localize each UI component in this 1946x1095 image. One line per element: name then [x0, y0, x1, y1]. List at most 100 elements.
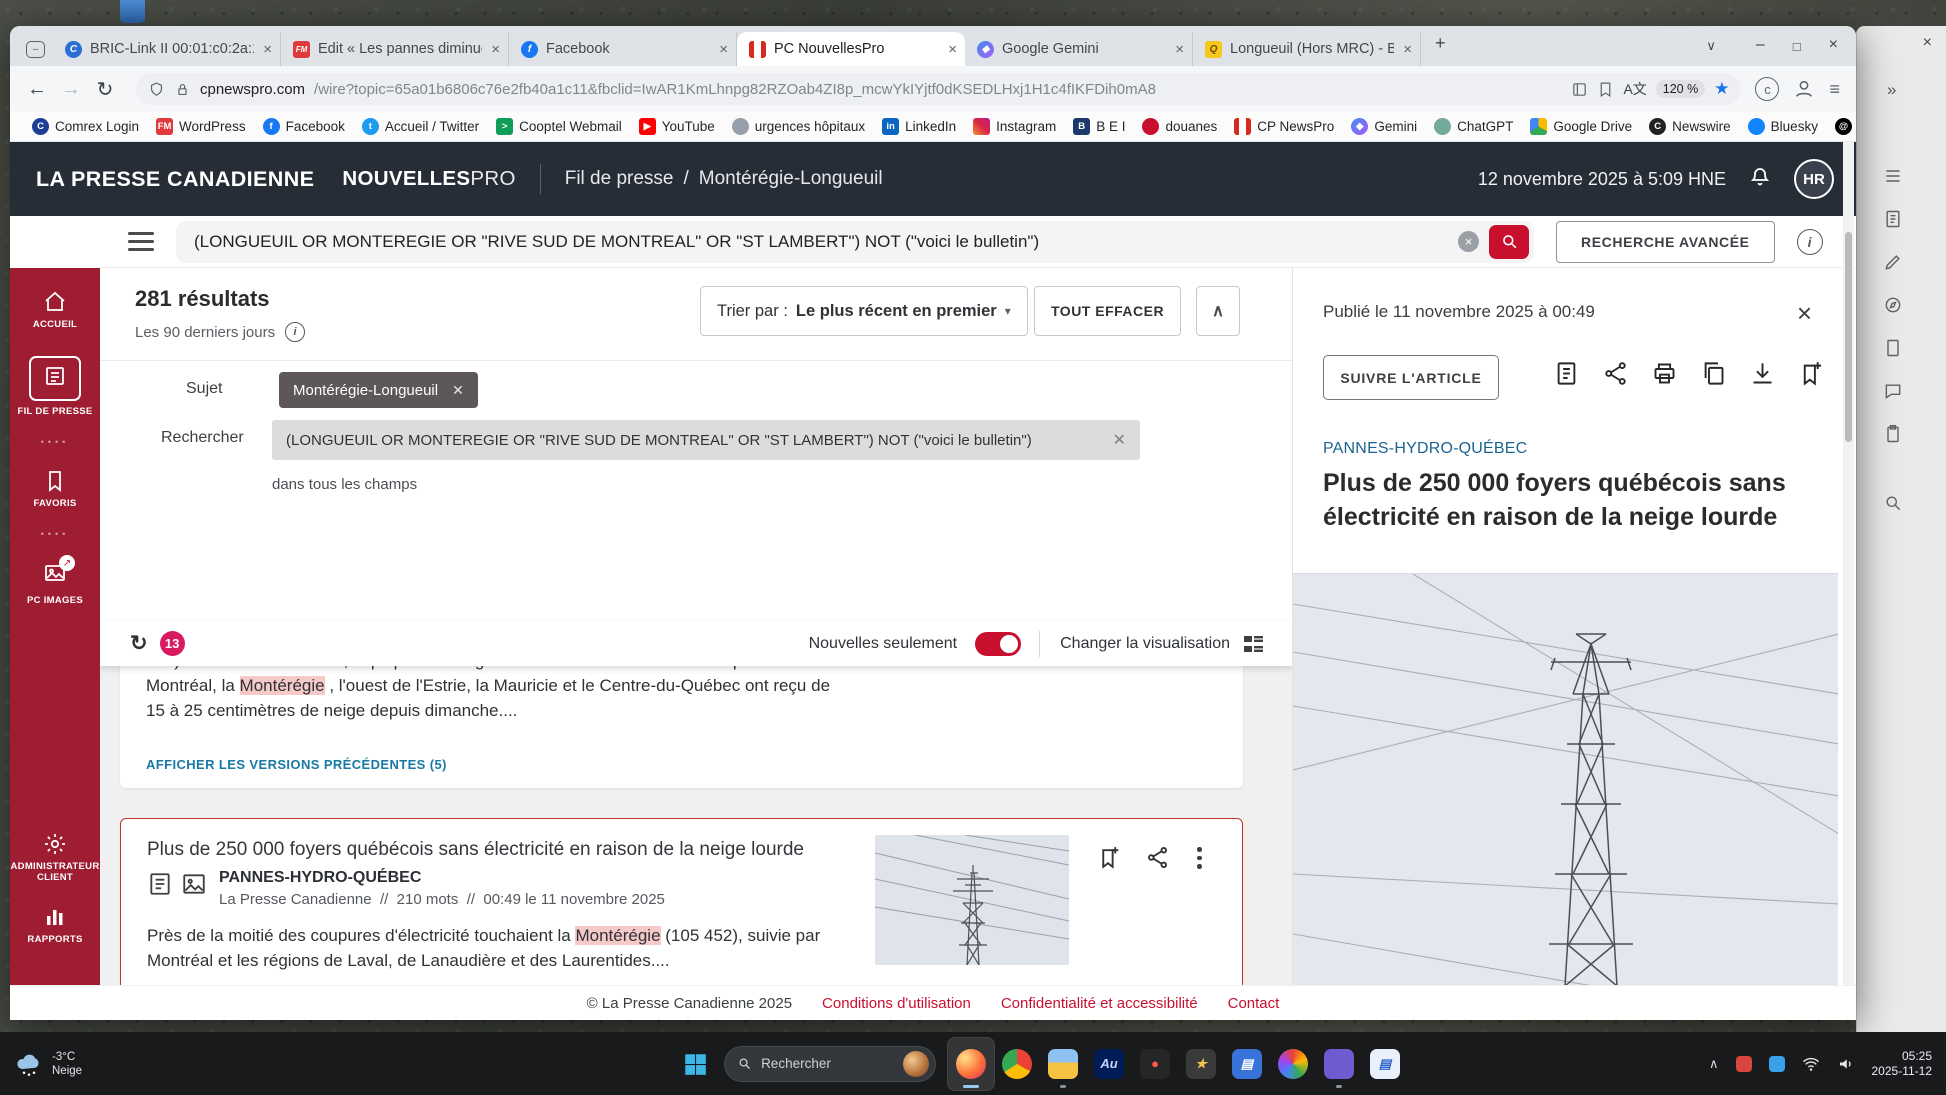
share-icon[interactable]: [1145, 845, 1170, 875]
bookmark-item[interactable]: C Comrex Login: [32, 118, 139, 135]
forward-icon[interactable]: →: [54, 78, 88, 101]
bookmarks-panel-icon[interactable]: [1597, 81, 1614, 98]
bookmark-item[interactable]: CP NewsPro: [1234, 118, 1334, 135]
sidebar-item-favoris[interactable]: FAVORIS: [10, 469, 100, 509]
tab-close-icon[interactable]: ×: [719, 41, 728, 58]
notifications-bell-icon[interactable]: [1748, 165, 1772, 194]
hamburger-icon[interactable]: [1883, 166, 1903, 191]
article-card-selected[interactable]: Plus de 250 000 foyers québécois sans él…: [120, 818, 1243, 985]
reading-list-icon[interactable]: [1571, 81, 1588, 98]
comment-icon[interactable]: [1883, 381, 1903, 406]
sidebar-item-fil-de-presse[interactable]: FIL DE PRESSE: [10, 356, 100, 417]
print-icon[interactable]: [1651, 360, 1678, 392]
bookmark-item[interactable]: Bluesky: [1748, 118, 1818, 135]
product-logo[interactable]: NOUVELLESPRO: [342, 167, 515, 191]
collapse-filters-button[interactable]: ∧: [1196, 286, 1240, 336]
chevron-double-icon[interactable]: »: [1887, 80, 1896, 100]
compass-icon[interactable]: [1883, 295, 1903, 320]
tab-bric-link[interactable]: C BRIC-Link II 00:01:c0:2a:13:f5 (B ×: [53, 32, 281, 66]
breadcrumb-root[interactable]: Fil de presse: [565, 168, 674, 190]
scrollbar[interactable]: [1843, 142, 1854, 1020]
taskbar-app-icon[interactable]: Au: [1086, 1038, 1132, 1090]
footer-link[interactable]: Conditions d'utilisation: [822, 995, 971, 1012]
tray-sync-icon[interactable]: [1769, 1056, 1785, 1072]
tab-close-icon[interactable]: ×: [948, 41, 957, 58]
advanced-search-button[interactable]: RECHERCHE AVANCÉE: [1556, 221, 1775, 263]
back-icon[interactable]: ←: [20, 78, 54, 101]
auto-refresh-icon[interactable]: ↻: [130, 631, 148, 656]
more-options-icon[interactable]: [1197, 847, 1202, 869]
article-card[interactable]: 000). Selon Julien Pellerin, la plupart …: [120, 666, 1243, 788]
reload-icon[interactable]: ↻: [88, 77, 122, 102]
remove-chip-icon[interactable]: ✕: [452, 382, 464, 399]
taskbar-app-icon[interactable]: ▤: [1362, 1038, 1408, 1090]
article-thumbnail[interactable]: [875, 835, 1069, 965]
article-slug-link[interactable]: PANNES-HYDRO-QUÉBEC: [1323, 440, 1527, 458]
close-button[interactable]: ×: [1829, 36, 1838, 54]
info-icon[interactable]: i: [1797, 229, 1823, 255]
taskbar-app-icon[interactable]: [948, 1038, 994, 1090]
footer-link[interactable]: Confidentialité et accessibilité: [1001, 995, 1198, 1012]
bookmark-item[interactable]: in LinkedIn: [882, 118, 956, 135]
bookmark-item[interactable]: douanes: [1142, 118, 1217, 135]
zoom-level-badge[interactable]: 120 %: [1656, 80, 1705, 98]
bookmark-item[interactable]: ▶ YouTube: [639, 118, 715, 135]
search-input[interactable]: [194, 232, 1448, 252]
tab-list-icon[interactable]: –: [26, 41, 45, 58]
bookmark-item[interactable]: > Cooptel Webmail: [496, 118, 622, 135]
subject-chip[interactable]: Montérégie-Longueuil ✕: [279, 372, 478, 408]
sort-dropdown[interactable]: Trier par :Le plus récent en premier ▾: [700, 286, 1028, 336]
article-title[interactable]: Plus de 250 000 foyers québécois sans él…: [147, 839, 804, 861]
taskbar-weather-widget[interactable]: -3°CNeige: [14, 1049, 82, 1079]
maximize-button[interactable]: □: [1793, 39, 1801, 54]
tab-wordpress-edit[interactable]: FM Edit « Les pannes diminuent ma ×: [281, 32, 509, 66]
clear-all-button[interactable]: TOUT EFFACER: [1034, 286, 1181, 336]
taskbar-app-icon[interactable]: [1316, 1038, 1362, 1090]
bookmark-item[interactable]: urgences hôpitaux: [732, 118, 865, 135]
new-items-badge[interactable]: 13: [160, 631, 185, 656]
remove-filter-icon[interactable]: ✕: [1113, 430, 1126, 450]
bookmark-item[interactable]: Instagram: [973, 118, 1056, 135]
search-button[interactable]: [1489, 225, 1529, 259]
bookmark-add-icon[interactable]: [1097, 845, 1122, 875]
bookmark-item[interactable]: C Newswire: [1649, 118, 1731, 135]
tab-close-icon[interactable]: ×: [1175, 41, 1184, 58]
extension-icon[interactable]: c: [1755, 77, 1779, 101]
bookmark-item[interactable]: t Accueil / Twitter: [362, 118, 479, 135]
bookmark-item[interactable]: B B E I: [1073, 118, 1125, 135]
close-panel-icon[interactable]: ×: [1797, 298, 1812, 329]
bookmark-item[interactable]: Google Drive: [1530, 118, 1632, 135]
download-icon[interactable]: [1749, 360, 1776, 392]
tab-facebook[interactable]: f Facebook ×: [509, 32, 737, 66]
info-icon[interactable]: i: [285, 322, 305, 342]
document-icon[interactable]: [1883, 209, 1903, 234]
bookmark-item[interactable]: ◆ Gemini: [1351, 118, 1417, 135]
taskbar-app-icon[interactable]: [1270, 1038, 1316, 1090]
bookmark-item[interactable]: @ Threads: [1835, 118, 1856, 135]
address-bar[interactable]: cpnewspro.com /wire?topic=65a01b6806c76e…: [136, 73, 1741, 105]
tab-google-gemini[interactable]: ◆ Google Gemini ×: [965, 32, 1193, 66]
taskbar-app-icon[interactable]: [994, 1038, 1040, 1090]
tab-search-chevron-icon[interactable]: ∨: [1706, 38, 1716, 54]
brand-logo[interactable]: LA PRESSE CANADIENNE: [36, 167, 314, 192]
wifi-icon[interactable]: [1802, 1055, 1820, 1073]
desktop-icon[interactable]: [120, 0, 145, 23]
taskbar-search[interactable]: Rechercher: [724, 1046, 936, 1082]
bookmark-item[interactable]: FM WordPress: [156, 118, 246, 135]
search-filter-box[interactable]: (LONGUEUIL OR MONTEREGIE OR "RIVE SUD DE…: [272, 420, 1140, 460]
tab-longueuil-bilan[interactable]: Q Longueuil (Hors MRC) - Bilan pa ×: [1193, 32, 1421, 66]
bookmark-item[interactable]: ChatGPT: [1434, 118, 1513, 135]
grid-view-icon[interactable]: [1242, 632, 1266, 656]
tab-close-icon[interactable]: ×: [263, 41, 272, 58]
taskbar-app-icon[interactable]: ★: [1178, 1038, 1224, 1090]
taskbar-clock[interactable]: 05:252025-11-12: [1872, 1049, 1933, 1079]
translate-icon[interactable]: A文: [1623, 79, 1646, 99]
footer-link[interactable]: Contact: [1228, 995, 1280, 1012]
tab-close-icon[interactable]: ×: [1403, 41, 1412, 58]
new-tab-button[interactable]: +: [1435, 33, 1446, 54]
text-view-icon[interactable]: [1553, 360, 1580, 392]
clipboard-icon[interactable]: [1883, 424, 1903, 449]
start-button[interactable]: [682, 1051, 708, 1077]
menu-hamburger-icon[interactable]: [128, 232, 154, 251]
taskbar-app-icon[interactable]: [1040, 1038, 1086, 1090]
